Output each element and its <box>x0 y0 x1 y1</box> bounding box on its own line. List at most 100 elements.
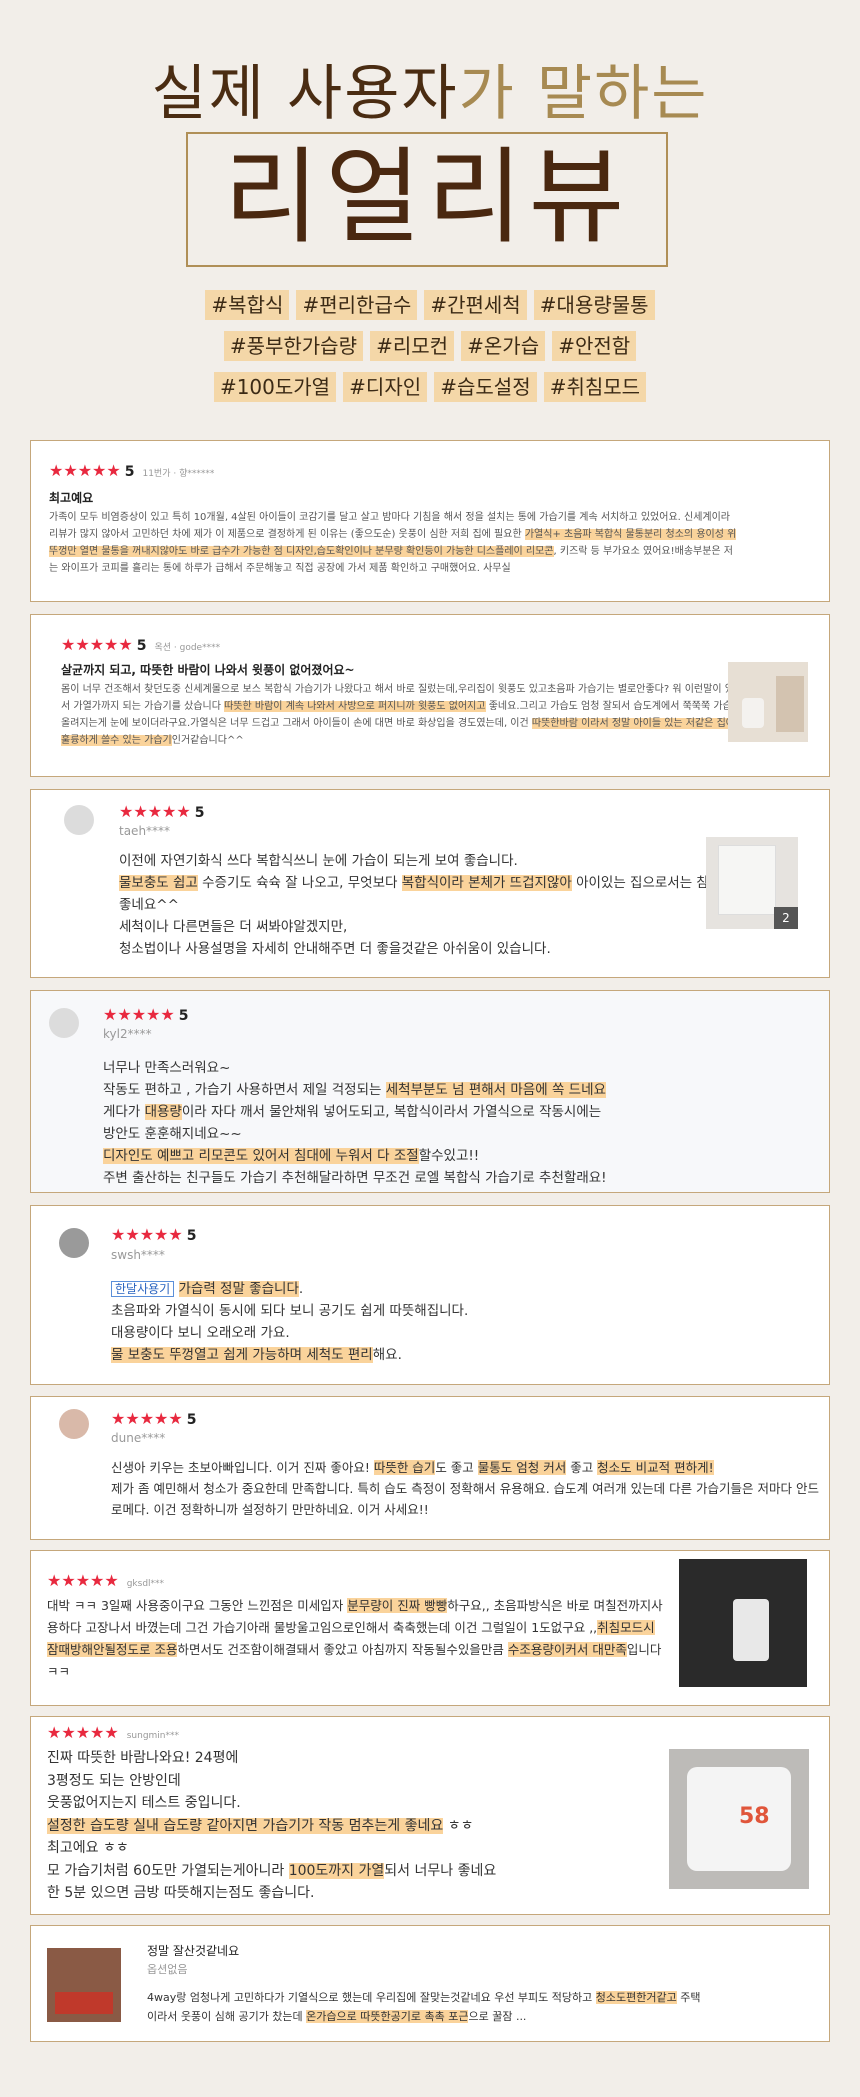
avatar <box>59 1409 89 1439</box>
hashtag: #리모컨 <box>370 331 455 361</box>
review-meta: 옥션 · gode**** <box>154 643 221 653</box>
review-card: ★★★★★ gksdl*** 대박 ㅋㅋ 3일째 사용중이구요 그동안 느낀점은 … <box>30 1550 830 1706</box>
rating-score: 5 <box>136 638 147 654</box>
photo-object <box>718 845 776 915</box>
review-body: 가족이 모두 비염증상이 있고 특히 10개월, 4살된 아이들이 코감기를 달… <box>49 512 737 574</box>
hashtag: #대용량물통 <box>533 290 655 320</box>
review-rating: ★★★★★ 5 <box>111 1225 196 1244</box>
highlight: 청소도 비교적 편하게! <box>597 1460 714 1475</box>
hashtag: #온가습 <box>461 331 546 361</box>
star-rating: ★★★★★ <box>47 1571 119 1590</box>
review-card: ★★★★★ 5 swsh**** 한달사용기 가습력 정말 좋습니다. 초음파와 … <box>30 1205 830 1385</box>
highlight: 온가습으로 따뜻한공기로 촉촉 포근 <box>306 2010 469 2023</box>
star-rating: ★★★★★ <box>111 1225 183 1244</box>
photo-object <box>733 1599 769 1661</box>
rating-score: 5 <box>178 1008 189 1024</box>
hashtag: #디자인 <box>343 372 428 402</box>
review-card: ★★★★★ sungmin*** 진짜 따뜻한 바람나와요! 24평에 3평정도 … <box>30 1716 830 1915</box>
review-title: 정말 잘산것같네요 <box>147 1944 240 1958</box>
hashtag: #안전함 <box>552 331 637 361</box>
star-rating: ★★★★★ <box>119 802 191 821</box>
photo-object <box>55 1992 113 2014</box>
avatar <box>64 805 94 835</box>
star-rating: ★★★★★ <box>47 1723 119 1742</box>
avatar <box>59 1228 89 1258</box>
review-meta: 11번가 · 향****** <box>142 469 215 479</box>
hashtag: #습도설정 <box>434 372 537 402</box>
hashtag: #복합식 <box>205 290 290 320</box>
review-photo[interactable]: 2 <box>706 837 798 929</box>
review-card: 정말 잘산것같네요 옵션없음 4way랑 엄청나게 고민하다가 기열식으로 했는… <box>30 1925 830 2042</box>
reviewer-id: gksdl*** <box>126 1579 165 1589</box>
review-rating: ★★★★★ 5 <box>119 802 204 821</box>
review-body: 한달사용기 가습력 정말 좋습니다. 초음파와 가열식이 동시에 되다 보니 공… <box>111 1281 469 1363</box>
review-photo[interactable]: 58 <box>669 1749 809 1889</box>
highlight: 수조용량이커서 대만족 <box>507 1642 627 1657</box>
review-card: ★★★★★ 5 taeh**** 이전에 자연기화식 쓰다 복합식쓰니 눈에 가습… <box>30 789 830 978</box>
hero-section: 실제 사용자가 말하는 리얼리뷰 #복합식 #편리한급수 #간편세척 #대용량물… <box>0 0 860 430</box>
rating-score: 5 <box>186 1412 197 1428</box>
rating-score: 5 <box>194 805 205 821</box>
highlight: 따뜻한 바람이 계속 나와서 사방으로 퍼지니까 윗풍도 없어지고 <box>224 701 486 712</box>
hero-title-dark: 실제 사용자 <box>151 59 459 129</box>
star-rating: ★★★★★ <box>61 635 133 654</box>
highlight: 분무량이 진짜 빵빵 <box>347 1598 448 1613</box>
review-photo[interactable] <box>679 1559 807 1687</box>
review-body: 이전에 자연기화식 쓰다 복합식쓰니 눈에 가습이 되는게 보여 좋습니다. 물… <box>119 853 709 957</box>
rating-score: 5 <box>124 464 135 480</box>
hashtag-list: #복합식 #편리한급수 #간편세척 #대용량물통 #풍부한가습량 #리모컨 #온… <box>0 290 860 413</box>
hashtag: #100도가열 <box>213 372 337 402</box>
photo-object <box>742 698 764 728</box>
review-rating: ★★★★★ 5 옥션 · gode**** <box>61 635 220 654</box>
review-photo[interactable] <box>47 1948 121 2022</box>
review-photo[interactable] <box>728 662 808 742</box>
review-title: 살균까지 되고, 따뜻한 바람이 나와서 윗풍이 없어졌어요~ <box>61 663 355 677</box>
hashtag-row: #복합식 #편리한급수 #간편세척 #대용량물통 <box>0 290 860 322</box>
review-rating: ★★★★★ gksdl*** <box>47 1571 164 1590</box>
hashtag-row: #100도가열 #디자인 #습도설정 #취침모드 <box>0 372 860 404</box>
star-rating: ★★★★★ <box>49 461 121 480</box>
highlight: 물보충도 쉽고 <box>119 875 198 891</box>
reviewer-id: sungmin*** <box>126 1731 180 1741</box>
review-card: ★★★★★ 5 dune**** 신생아 키우는 초보아빠입니다. 이거 진짜 좋… <box>30 1396 830 1540</box>
hashtag: #취침모드 <box>543 372 647 402</box>
review-body: 신생아 키우는 초보아빠입니다. 이거 진짜 좋아요! 따뜻한 습기도 좋고 물… <box>111 1460 819 1517</box>
highlight: 복합식이라 본체가 뜨겁지않아 <box>401 875 572 891</box>
photo-object <box>776 676 804 732</box>
review-rating: ★★★★★ 5 <box>111 1409 196 1428</box>
review-card: ★★★★★ 5 옥션 · gode**** 살균까지 되고, 따뜻한 바람이 나와서… <box>30 614 830 777</box>
avatar <box>49 1008 79 1038</box>
review-body: 진짜 따뜻한 바람나와요! 24평에 3평정도 되는 안방인데 웃풍없어지는지 … <box>47 1750 497 1901</box>
highlight: 따뜻한 습기 <box>373 1460 436 1475</box>
highlight: 대용량 <box>144 1104 182 1120</box>
review-title: 최고예요 <box>49 491 94 505</box>
star-rating: ★★★★★ <box>111 1409 183 1428</box>
review-body: 몸이 너무 건조해서 찾던도중 신세계몰으로 보스 복합식 가습기가 나왔다고 … <box>61 684 745 746</box>
hashtag: #풍부한가습량 <box>223 331 363 361</box>
reviewer-id: dune**** <box>111 1431 166 1445</box>
highlight: 디자인도 예쁘고 리모콘도 있어서 침대에 누워서 다 조절 <box>103 1148 419 1164</box>
highlight: 100도까지 가열 <box>288 1862 385 1879</box>
device-display: 58 <box>739 1804 770 1829</box>
review-rating: ★★★★★ sungmin*** <box>47 1723 179 1742</box>
hashtag-row: #풍부한가습량 #리모컨 #온가습 #안전함 <box>0 331 860 363</box>
review-body: 4way랑 엄청나게 고민하다가 기열식으로 했는데 우리집에 잘맞는것같네요 … <box>147 1991 701 2023</box>
usage-tag: 한달사용기 <box>111 1281 175 1297</box>
hashtag: #간편세척 <box>424 290 527 320</box>
review-card: ★★★★★ 5 kyl2**** 너무나 만족스러워요~ 작동도 편하고 , 가습… <box>30 990 830 1193</box>
review-option: 옵션없음 <box>147 1963 188 1976</box>
highlight: 가습력 정말 좋습니다 <box>178 1281 299 1297</box>
highlight: 청소도편한거같고 <box>595 1991 677 2004</box>
review-body: 너무나 만족스러워요~ 작동도 편하고 , 가습기 사용하면서 제일 걱정되는 … <box>103 1060 607 1186</box>
hero-title-light: 가 말하는 <box>458 59 709 129</box>
review-body: 대박 ㅋㅋ 3일째 사용중이구요 그동안 느낀점은 미세입자 분무량이 진짜 빵… <box>47 1598 663 1679</box>
hero-title-main: 리얼리뷰 <box>223 136 631 258</box>
rating-score: 5 <box>186 1228 197 1244</box>
review-rating: ★★★★★ 5 <box>103 1005 188 1024</box>
reviewer-id: kyl2**** <box>103 1027 152 1041</box>
hashtag: #편리한급수 <box>296 290 418 320</box>
reviewer-id: taeh**** <box>119 824 171 838</box>
hero-title-line1: 실제 사용자가 말하는 <box>0 45 860 132</box>
highlight: 설정한 습도량 실내 습도량 같아지면 가습기가 작동 멈추는게 좋네요 <box>47 1817 444 1834</box>
highlight: 세척부분도 넘 편해서 마음에 쏙 드네요 <box>385 1082 606 1098</box>
